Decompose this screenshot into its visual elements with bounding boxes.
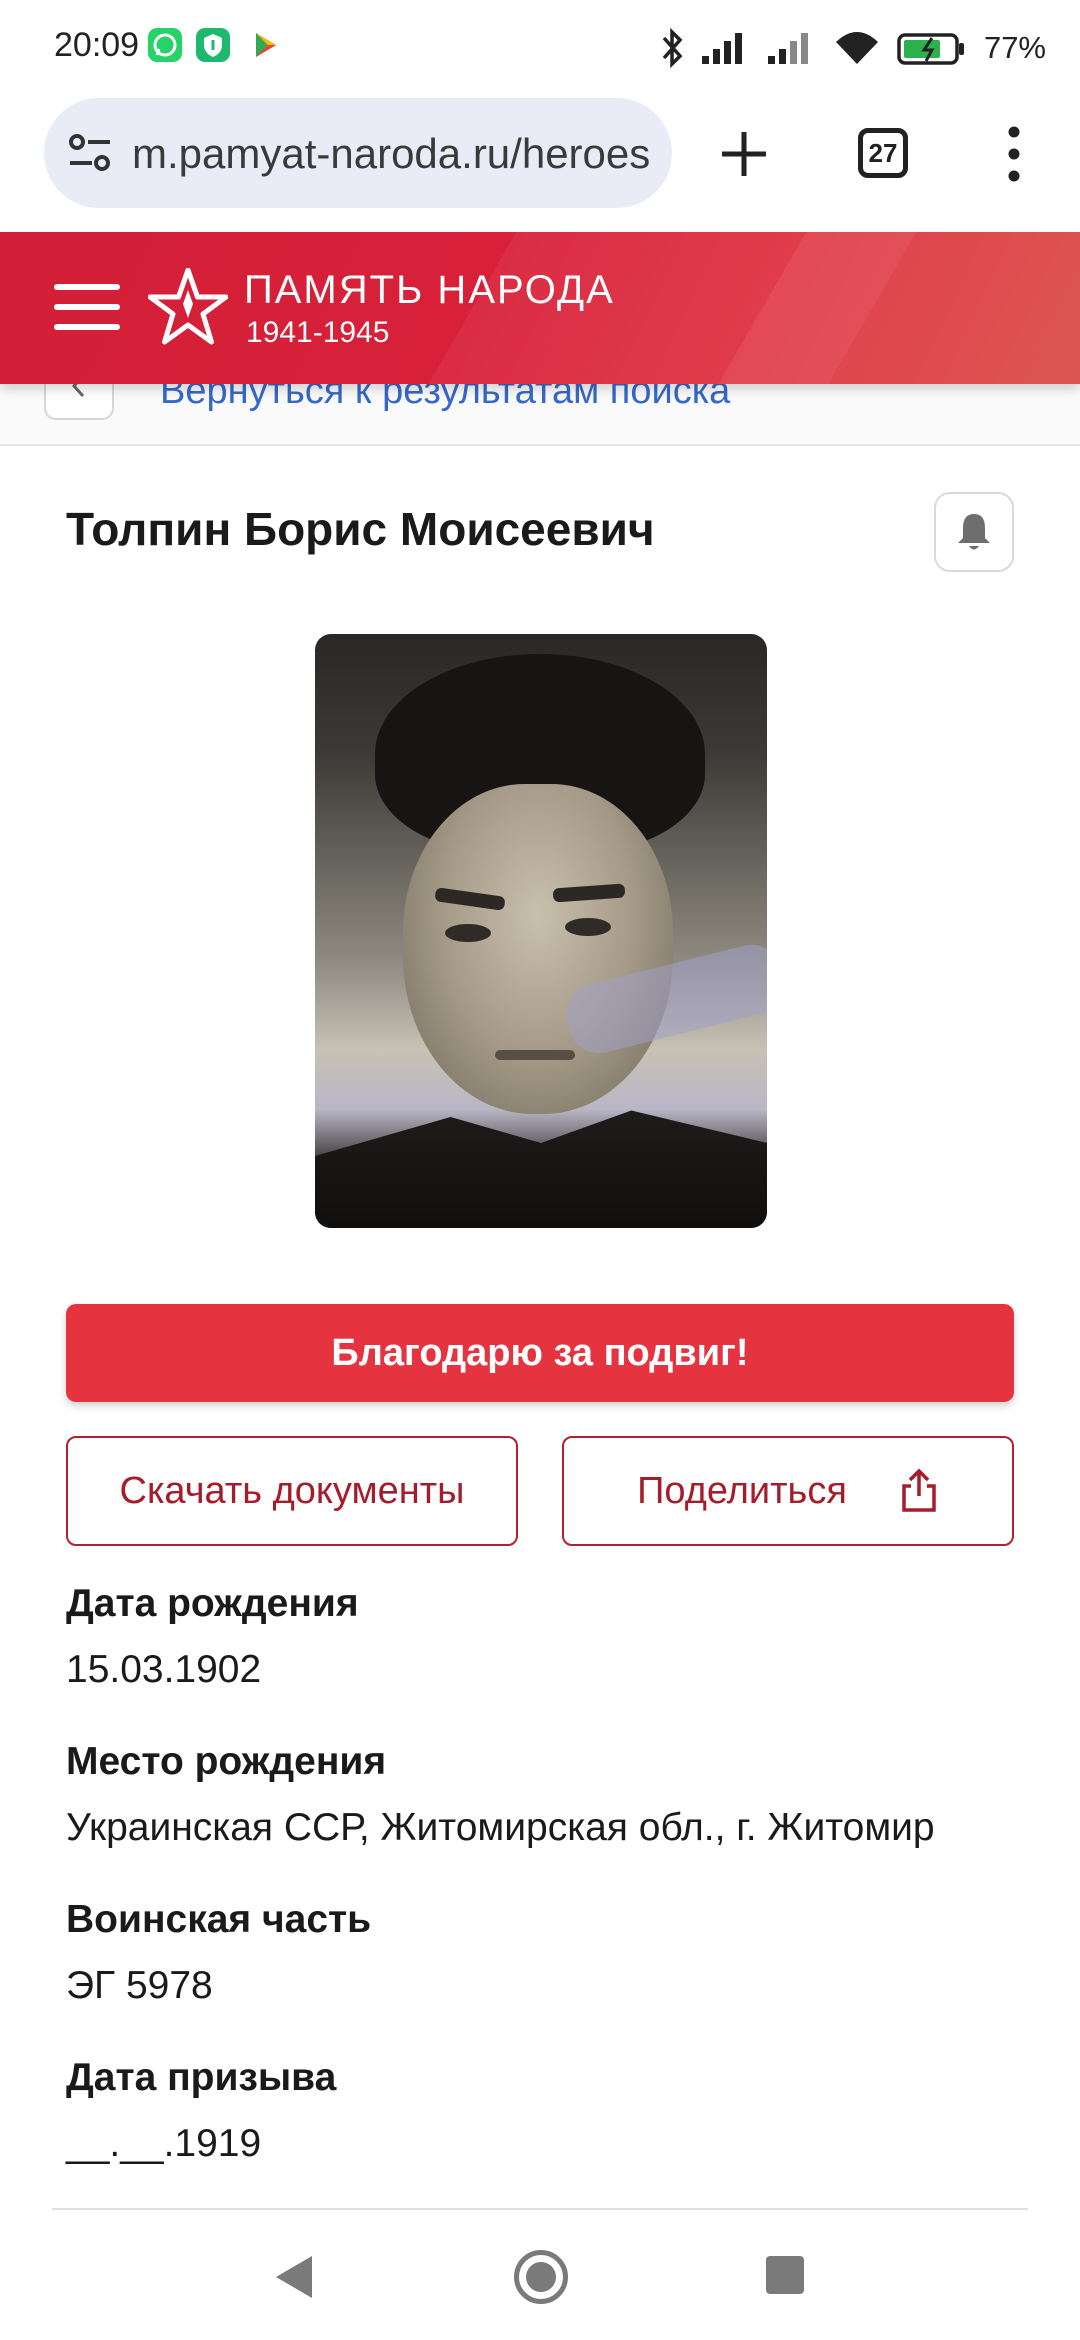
share-label: Поделиться xyxy=(637,1469,847,1512)
nav-recents-icon[interactable] xyxy=(766,2256,804,2294)
status-bar: 20:09 77% xyxy=(0,0,1080,96)
military-unit-value: ЭГ 5978 xyxy=(66,1964,213,2007)
signal-icon xyxy=(701,33,742,64)
tabs-switcher-button[interactable]: 27 xyxy=(858,128,908,178)
birth-date-value: 15.03.1902 xyxy=(66,1648,262,1691)
bluetooth-icon xyxy=(662,28,683,68)
conscription-date-label: Дата призыва xyxy=(66,2056,337,2099)
birth-place-label: Место рождения xyxy=(66,1740,387,1783)
browser-toolbar: m.pamyat-naroda.ru/heroes 27 xyxy=(0,96,1080,232)
new-tab-icon[interactable] xyxy=(716,126,772,182)
battery-percent: 77% xyxy=(983,30,1046,65)
battery-icon xyxy=(897,33,964,65)
brand-title[interactable]: ПАМЯТЬ НАРОДА xyxy=(244,268,615,313)
more-options-icon[interactable] xyxy=(1000,124,1028,184)
star-logo-icon xyxy=(148,268,228,345)
military-unit-label: Воинская часть xyxy=(66,1898,372,1941)
nav-home-icon[interactable] xyxy=(514,2250,568,2304)
download-documents-label: Скачать документы xyxy=(119,1469,465,1512)
shield-app-icon xyxy=(196,28,230,62)
site-settings-icon[interactable] xyxy=(66,132,114,174)
share-icon xyxy=(902,1468,936,1512)
status-indicators: 77% xyxy=(658,24,1046,72)
whatsapp-icon xyxy=(148,28,182,62)
conscription-date-value: __.__.1919 xyxy=(66,2122,262,2165)
system-nav-bar xyxy=(0,2212,1080,2340)
birth-date-label: Дата рождения xyxy=(66,1582,359,1625)
hero-portrait-photo[interactable] xyxy=(315,634,767,1228)
play-store-icon xyxy=(248,28,282,62)
site-header: ПАМЯТЬ НАРОДА 1941-1945 xyxy=(0,232,1080,384)
signal-icon-2 xyxy=(767,33,808,64)
divider xyxy=(52,2208,1028,2210)
address-bar[interactable]: m.pamyat-naroda.ru/heroes xyxy=(44,98,672,208)
hero-name: Толпин Борис Моисеевич xyxy=(66,503,655,555)
menu-icon[interactable] xyxy=(54,280,120,334)
nav-back-icon[interactable] xyxy=(272,2252,316,2302)
bell-icon xyxy=(958,514,990,550)
subscribe-button[interactable] xyxy=(934,492,1014,572)
url-text: m.pamyat-naroda.ru/heroes xyxy=(132,130,651,177)
brand-years: 1941-1945 xyxy=(246,316,390,349)
download-documents-button[interactable]: Скачать документы xyxy=(66,1436,518,1546)
thanks-button[interactable]: Благодарю за подвиг! xyxy=(66,1304,1014,1402)
share-button[interactable]: Поделиться xyxy=(562,1436,1014,1546)
wifi-icon xyxy=(835,32,878,64)
birth-place-value: Украинская ССР, Житомирская обл., г. Жит… xyxy=(66,1806,935,1849)
status-time: 20:09 xyxy=(54,26,140,64)
